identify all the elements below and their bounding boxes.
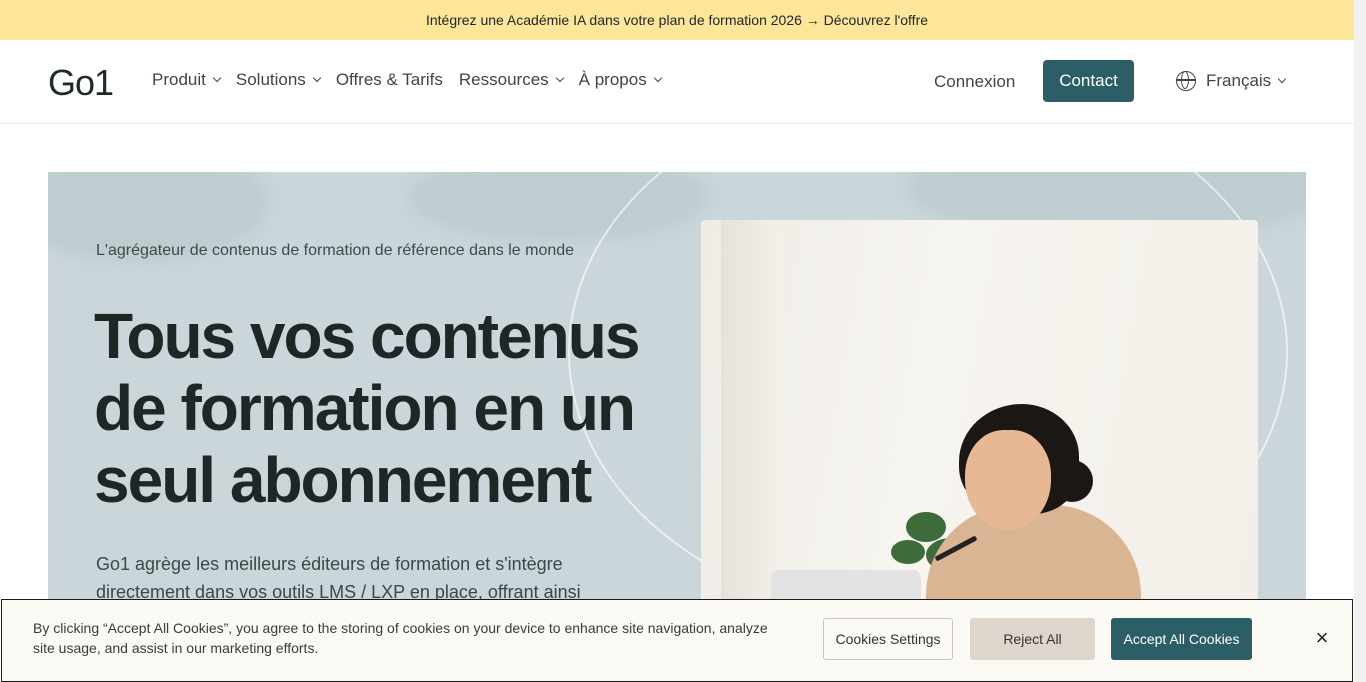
hero-photo <box>701 220 1258 620</box>
contact-button[interactable]: Contact <box>1043 60 1134 102</box>
chevron-down-icon <box>312 73 322 83</box>
cookies-settings-button[interactable]: Cookies Settings <box>823 618 953 660</box>
nav-item-produit[interactable]: Produit <box>152 70 222 90</box>
globe-icon <box>1176 71 1196 91</box>
nav-item-a-propos[interactable]: À propos <box>578 70 662 90</box>
language-label: Français <box>1206 71 1272 90</box>
photo-column <box>721 220 781 620</box>
photo-plant <box>906 512 946 542</box>
promo-text[interactable]: Intégrez une Académie IA dans votre plan… <box>426 12 928 28</box>
nav-label: Offres & Tarifs <box>335 70 443 89</box>
photo-plant <box>891 540 925 564</box>
nav-label: Solutions <box>235 70 306 89</box>
login-link[interactable]: Connexion <box>934 72 1015 92</box>
language-selector[interactable]: Français <box>1176 71 1287 91</box>
cookie-banner: By clicking “Accept All Cookies”, you ag… <box>1 599 1353 682</box>
hero-title: Tous vos contenus de formation en un seu… <box>94 300 654 516</box>
nav-label: Produit <box>152 70 206 89</box>
chevron-down-icon <box>653 73 662 83</box>
site-header: Go1 Produit Solutions Offres & Tarifs Re… <box>0 40 1354 124</box>
nav-label: À propos <box>578 70 647 89</box>
hero-title-line: seul abonnement <box>94 444 592 516</box>
hero-description: Go1 agrège les meilleurs éditeurs de for… <box>96 554 581 602</box>
photo-person-face <box>965 430 1051 530</box>
photo-person-bun <box>1051 460 1093 502</box>
chevron-down-icon <box>1277 74 1287 84</box>
scrollbar[interactable] <box>1354 0 1366 682</box>
chevron-down-icon <box>555 73 564 83</box>
cookie-text: By clicking “Accept All Cookies”, you ag… <box>33 620 768 656</box>
hero-eyebrow: L'agrégateur de contenus de formation de… <box>96 242 575 259</box>
main-nav: Produit Solutions Offres & Tarifs Ressou… <box>152 70 677 90</box>
nav-item-offres-tarifs[interactable]: Offres & Tarifs <box>336 70 443 90</box>
nav-item-ressources[interactable]: Ressources <box>458 70 564 90</box>
accept-all-cookies-button[interactable]: Accept All Cookies <box>1111 618 1252 660</box>
hero-title-line: de formation en un <box>94 372 636 444</box>
nav-item-solutions[interactable]: Solutions <box>235 70 322 90</box>
nav-label: Ressources <box>458 70 549 89</box>
chevron-down-icon <box>212 73 222 83</box>
reject-all-button[interactable]: Reject All <box>970 618 1095 660</box>
go1-logo[interactable]: Go1 <box>48 62 114 104</box>
promo-banner[interactable]: Intégrez une Académie IA dans votre plan… <box>0 0 1354 40</box>
close-icon[interactable]: × <box>1312 627 1332 649</box>
hero-title-line: Tous vos contenus <box>94 300 640 372</box>
